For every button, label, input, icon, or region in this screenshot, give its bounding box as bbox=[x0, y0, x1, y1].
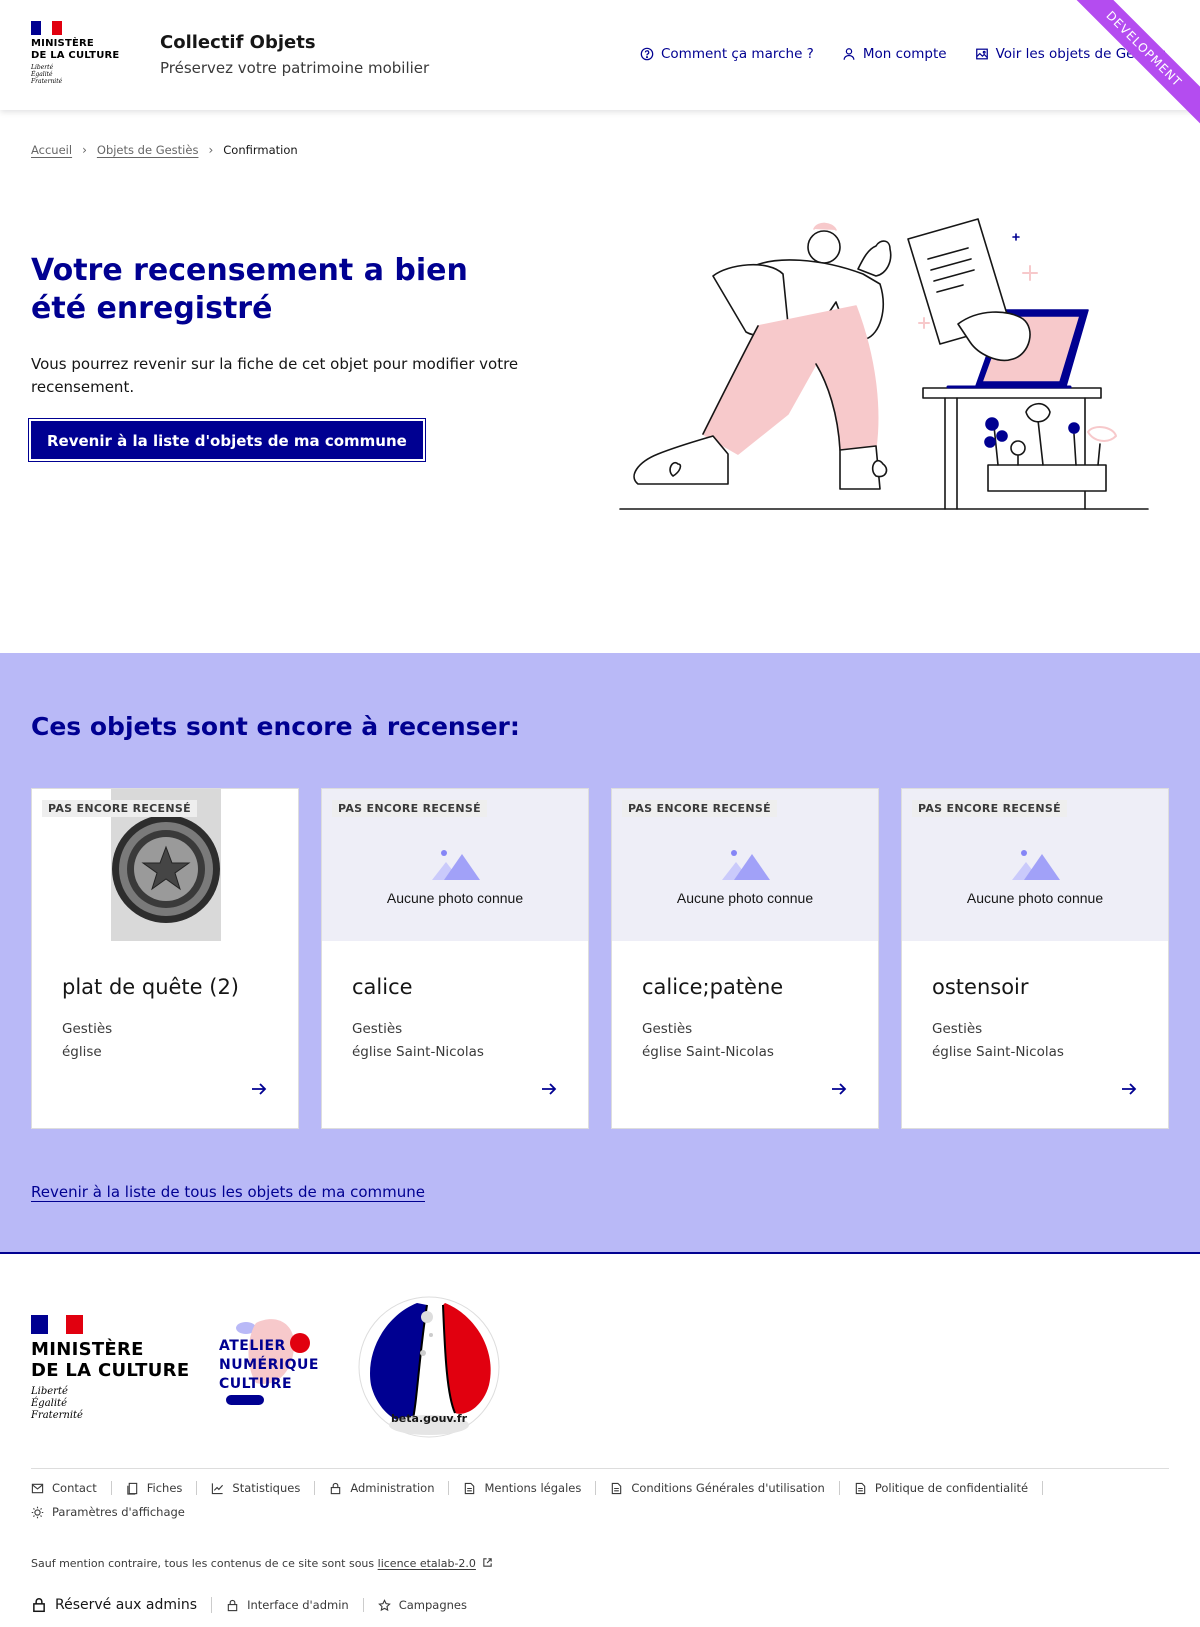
object-location: Gestiès église bbox=[62, 1018, 112, 1064]
site-header: MINISTÈRE DE LA CULTURE Liberté Égalité … bbox=[0, 0, 1200, 110]
anc-text: ATELIER NUMÉRIQUE CULTURE bbox=[219, 1338, 319, 1392]
chevron-right-icon: › bbox=[82, 143, 87, 157]
footer-link-contact[interactable]: Contact bbox=[31, 1481, 112, 1495]
object-commune: Gestiès bbox=[932, 1021, 983, 1037]
arrow-right-icon bbox=[832, 1083, 847, 1095]
file-icon bbox=[465, 1482, 475, 1494]
sun-icon bbox=[31, 1506, 44, 1518]
campaigns-link[interactable]: Campagnes bbox=[377, 1598, 481, 1612]
image-placeholder-icon bbox=[1012, 850, 1060, 880]
image-icon bbox=[975, 48, 988, 60]
chart-icon bbox=[212, 1482, 224, 1494]
object-commune: Gestiès bbox=[62, 1021, 113, 1037]
object-edifice: église Saint-Nicolas bbox=[932, 1044, 1064, 1060]
lock-icon bbox=[33, 1598, 45, 1613]
marianne-flag bbox=[31, 21, 62, 35]
arrow-right-icon bbox=[1122, 1083, 1137, 1095]
nav-how-it-works[interactable]: Comment ça marche ? bbox=[640, 46, 814, 62]
republic-motto: Liberté Égalité Fraternité bbox=[31, 64, 63, 85]
licence-notice: Sauf mention contraire, tous les contenu… bbox=[31, 1557, 493, 1570]
status-badge: PAS ENCORE RECENSÉ bbox=[912, 800, 1067, 817]
mail-icon bbox=[31, 1483, 44, 1493]
back-to-all-objects-link[interactable]: Revenir à la liste de tous les objets de… bbox=[31, 1183, 425, 1201]
admin-links: Réservé aux admins Interface d'admin Cam… bbox=[31, 1597, 495, 1613]
marianne-flag bbox=[31, 1315, 83, 1334]
ministry-name: MINISTÈRE DE LA CULTURE bbox=[31, 38, 120, 61]
section-title: Ces objets sont encore à recenser: bbox=[31, 712, 520, 741]
footer-logos: MINISTÈRE DE LA CULTURE Liberté Égalité … bbox=[31, 1295, 631, 1440]
nav-my-account[interactable]: Mon compte bbox=[842, 46, 947, 62]
object-card[interactable]: PAS ENCORE RECENSÉ plat de quête (2) Ges… bbox=[31, 788, 299, 1129]
object-title: ostensoir bbox=[932, 975, 1029, 999]
object-card[interactable]: Aucune photo connue PAS ENCORE RECENSÉ c… bbox=[321, 788, 589, 1129]
object-title: calice;patène bbox=[642, 975, 784, 999]
no-photo-label: Aucune photo connue bbox=[966, 890, 1104, 906]
arrow-right-icon bbox=[542, 1083, 557, 1095]
footer-link-mentions-legales[interactable]: Mentions légales bbox=[463, 1481, 597, 1495]
copy-icon bbox=[127, 1482, 137, 1495]
object-location: Gestiès église Saint-Nicolas bbox=[642, 1018, 774, 1064]
no-photo-label: Aucune photo connue bbox=[386, 890, 524, 906]
lock-icon bbox=[331, 1482, 341, 1494]
footer-link-confidentialite[interactable]: Politique de confidentialité bbox=[854, 1481, 1044, 1495]
admin-only-label: Réservé aux admins bbox=[31, 1597, 213, 1613]
beta-gouv-logo[interactable]: beta.gouv.fr bbox=[357, 1295, 502, 1440]
hero-text: Vous pourrez revenir sur la fiche de cet… bbox=[31, 355, 519, 396]
status-badge: PAS ENCORE RECENSÉ bbox=[42, 800, 197, 817]
licence-link[interactable]: licence etalab-2.0 bbox=[378, 1557, 476, 1570]
remaining-objects-section: Ces objets sont encore à recenser: PAS E… bbox=[0, 653, 1200, 1254]
file-icon bbox=[855, 1482, 866, 1494]
image-placeholder-icon bbox=[432, 850, 480, 880]
footer-ministry-logo[interactable]: MINISTÈRE DE LA CULTURE Liberté Égalité … bbox=[31, 1315, 189, 1422]
beta-gouv-label: beta.gouv.fr bbox=[391, 1412, 468, 1425]
object-card[interactable]: Aucune photo connue PAS ENCORE RECENSÉ o… bbox=[901, 788, 1169, 1129]
breadcrumb-current: Confirmation bbox=[223, 143, 298, 157]
environment-ribbon: DEVELOPMENT bbox=[1070, 0, 1200, 129]
object-cards: PAS ENCORE RECENSÉ plat de quête (2) Ges… bbox=[31, 788, 1169, 1129]
footer-link-statistiques[interactable]: Statistiques bbox=[211, 1481, 316, 1495]
arrow-right-icon bbox=[252, 1083, 267, 1095]
footer-link-administration[interactable]: Administration bbox=[329, 1481, 450, 1495]
env-ribbon-wrap: DEVELOPMENT bbox=[1070, 0, 1200, 130]
admin-interface-link[interactable]: Interface d'admin bbox=[226, 1598, 364, 1612]
object-edifice: église Saint-Nicolas bbox=[352, 1044, 484, 1060]
footer-bottom: Contact Fiches Statistiques Administrati… bbox=[31, 1468, 1169, 1613]
breadcrumb-home[interactable]: Accueil bbox=[31, 143, 72, 157]
page-title: Votre recensement a bien été enregistré bbox=[31, 253, 468, 326]
image-placeholder-icon bbox=[722, 850, 770, 880]
question-circle-icon bbox=[640, 47, 654, 61]
object-location: Gestiès église Saint-Nicolas bbox=[352, 1018, 484, 1064]
site-tagline: Préservez votre patrimoine mobilier bbox=[160, 59, 430, 77]
object-commune: Gestiès bbox=[352, 1021, 403, 1037]
chevron-right-icon: › bbox=[208, 143, 214, 157]
object-card[interactable]: Aucune photo connue PAS ENCORE RECENSÉ c… bbox=[611, 788, 879, 1129]
star-icon bbox=[377, 1598, 391, 1611]
atelier-numerique-culture-logo[interactable]: ATELIER NUMÉRIQUE CULTURE bbox=[216, 1313, 326, 1413]
site-title[interactable]: Collectif Objets bbox=[160, 32, 316, 53]
success-illustration bbox=[619, 218, 1149, 510]
footer-link-fiches[interactable]: Fiches bbox=[126, 1481, 198, 1495]
object-edifice: église Saint-Nicolas bbox=[642, 1044, 774, 1060]
ministry-logo[interactable]: MINISTÈRE DE LA CULTURE Liberté Égalité … bbox=[31, 21, 131, 85]
breadcrumb: Accueil › Objets de Gestiès › Confirmati… bbox=[31, 143, 298, 157]
status-badge: PAS ENCORE RECENSÉ bbox=[332, 800, 487, 817]
object-title: calice bbox=[352, 975, 413, 999]
footer-links: Contact Fiches Statistiques Administrati… bbox=[31, 1481, 1169, 1519]
external-link-icon bbox=[483, 1558, 493, 1567]
lock-icon bbox=[227, 1599, 238, 1611]
object-edifice: église bbox=[62, 1044, 102, 1060]
footer-link-display-settings[interactable]: Paramètres d'affichage bbox=[31, 1505, 199, 1519]
back-to-commune-list-button[interactable]: Revenir à la liste d'objets de ma commun… bbox=[28, 418, 426, 462]
user-icon bbox=[843, 48, 855, 60]
footer-republic-motto: Liberté Égalité Fraternité bbox=[31, 1386, 83, 1421]
object-commune: Gestiès bbox=[642, 1021, 693, 1037]
object-title: plat de quête (2) bbox=[62, 975, 240, 999]
breadcrumb-commune[interactable]: Objets de Gestiès bbox=[97, 143, 199, 157]
footer-link-cgu[interactable]: Conditions Générales d'utilisation bbox=[610, 1481, 840, 1495]
no-photo-label: Aucune photo connue bbox=[676, 890, 814, 906]
status-badge: PAS ENCORE RECENSÉ bbox=[622, 800, 777, 817]
object-location: Gestiès église Saint-Nicolas bbox=[932, 1018, 1064, 1064]
footer-ministry-name: MINISTÈRE DE LA CULTURE bbox=[31, 1339, 190, 1381]
file-icon bbox=[612, 1482, 622, 1494]
